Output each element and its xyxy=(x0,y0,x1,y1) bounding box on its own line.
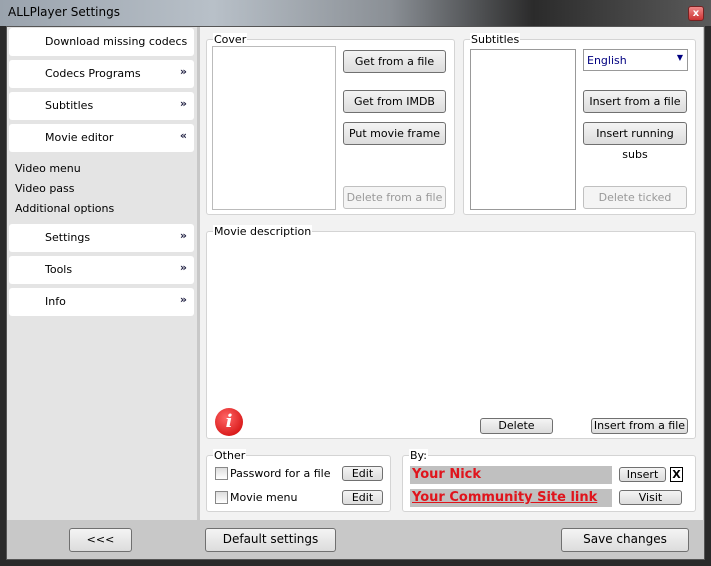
subtitles-group: Subtitles English ▼ Insert from a file In… xyxy=(463,33,696,215)
edit-movie-menu-button[interactable]: Edit xyxy=(342,490,383,505)
chevron-up-icon: « xyxy=(179,129,187,142)
password-label: Password for a file xyxy=(230,467,331,480)
subitem-video-pass[interactable]: Video pass xyxy=(15,182,75,195)
delete-ticked-button[interactable]: Delete ticked xyxy=(583,186,687,209)
movie-menu-label: Movie menu xyxy=(230,491,298,504)
sidebar-item-download-codecs[interactable]: Download missing codecs xyxy=(9,28,194,56)
sidebar-item-label: Tools xyxy=(45,263,73,276)
dropdown-arrow-icon: ▼ xyxy=(676,53,683,62)
subitem-additional-options[interactable]: Additional options xyxy=(15,202,114,215)
get-from-imdb-button[interactable]: Get from IMDB xyxy=(343,90,446,113)
sidebar-item-settings[interactable]: Settings » xyxy=(9,224,194,252)
chevron-down-icon: » xyxy=(179,261,187,274)
delete-from-file-button[interactable]: Delete from a file xyxy=(343,186,446,209)
clear-checkbox[interactable]: X xyxy=(670,467,683,482)
edit-password-button[interactable]: Edit xyxy=(342,466,383,481)
movie-menu-checkbox[interactable] xyxy=(215,491,228,504)
password-checkbox[interactable] xyxy=(215,467,228,480)
back-button[interactable]: <<< xyxy=(69,528,132,552)
sidebar-item-label: Download missing codecs xyxy=(45,35,188,48)
close-button[interactable]: x xyxy=(688,6,704,21)
description-group: Movie description i Delete Insert from a… xyxy=(206,225,696,439)
get-from-file-button[interactable]: Get from a file xyxy=(343,50,446,73)
cover-label: Cover xyxy=(213,33,248,46)
sidebar-item-label: Movie editor xyxy=(45,131,114,144)
language-value: English xyxy=(587,54,627,67)
sidebar-item-label: Codecs Programs xyxy=(45,67,141,80)
other-group: Other Password for a file Edit Movie men… xyxy=(206,449,391,512)
subtitles-label: Subtitles xyxy=(470,33,521,46)
sidebar-item-movie-editor[interactable]: Movie editor « xyxy=(9,124,194,152)
chevron-down-icon: » xyxy=(179,229,187,242)
sidebar-item-subtitles[interactable]: Subtitles » xyxy=(9,92,194,120)
sidebar-item-codecs-programs[interactable]: Codecs Programs » xyxy=(9,60,194,88)
put-movie-frame-button[interactable]: Put movie frame xyxy=(343,122,446,145)
subitem-video-menu[interactable]: Video menu xyxy=(15,162,81,175)
save-changes-button[interactable]: Save changes xyxy=(561,528,689,552)
main-panel: Cover Get from a file Get from IMDB Put … xyxy=(200,27,703,520)
chevron-down-icon: » xyxy=(179,293,187,306)
sidebar: Download missing codecs Codecs Programs »… xyxy=(7,27,197,520)
insert-nick-button[interactable]: Insert xyxy=(619,467,666,482)
by-group: By: Your Nick Your Community Site link I… xyxy=(402,449,696,512)
sidebar-item-label: Info xyxy=(45,295,66,308)
visit-button[interactable]: Visit xyxy=(619,490,682,505)
insert-running-subs-button[interactable]: Insert running subs xyxy=(583,122,687,161)
chevron-down-icon: » xyxy=(179,65,187,78)
chevron-down-icon: » xyxy=(179,97,187,110)
info-icon: i xyxy=(215,408,243,436)
insert-subs-file-button[interactable]: Insert from a file xyxy=(583,90,687,113)
sidebar-item-label: Settings xyxy=(45,231,91,244)
cover-image xyxy=(212,46,336,210)
default-settings-button[interactable]: Default settings xyxy=(205,528,336,552)
site-link[interactable]: Your Community Site link xyxy=(410,489,612,507)
delete-description-button[interactable]: Delete xyxy=(480,418,553,434)
subtitles-list[interactable] xyxy=(470,49,576,210)
by-label: By: xyxy=(409,449,428,462)
other-label: Other xyxy=(213,449,247,462)
window-title: ALLPlayer Settings xyxy=(8,5,120,19)
nick-field[interactable]: Your Nick xyxy=(410,466,612,484)
sidebar-item-info[interactable]: Info » xyxy=(9,288,194,316)
cover-group: Cover Get from a file Get from IMDB Put … xyxy=(206,33,455,215)
description-label: Movie description xyxy=(213,225,313,238)
language-select[interactable]: English ▼ xyxy=(583,49,688,71)
sidebar-item-label: Subtitles xyxy=(45,99,94,112)
sidebar-item-tools[interactable]: Tools » xyxy=(9,256,194,284)
insert-description-button[interactable]: Insert from a file xyxy=(591,418,688,434)
